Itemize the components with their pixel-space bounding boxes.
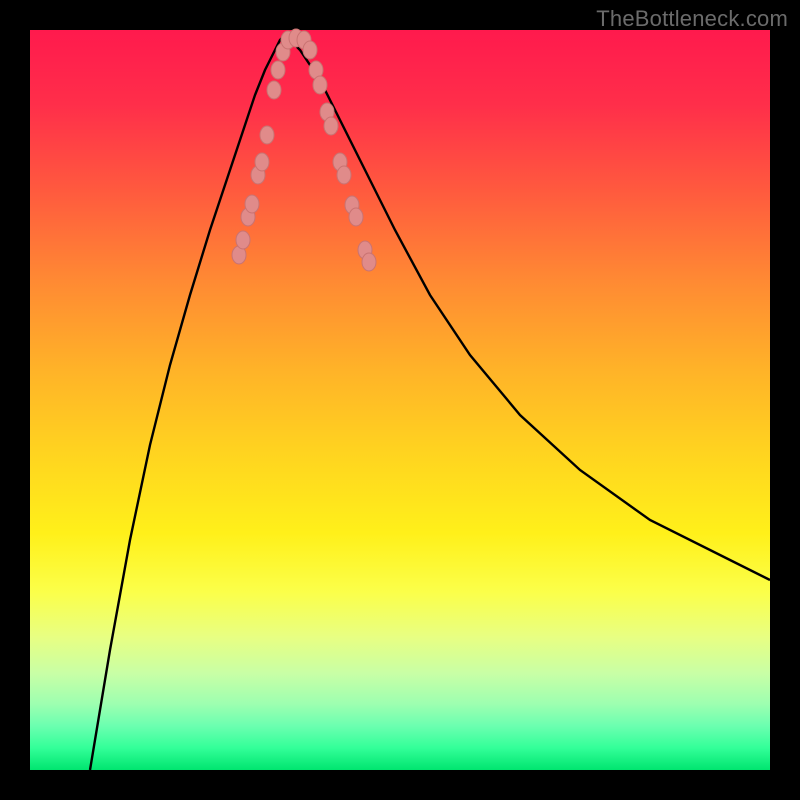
marker-dot — [349, 208, 363, 226]
curve-svg — [30, 30, 770, 770]
marker-dot — [271, 61, 285, 79]
marker-dot — [337, 166, 351, 184]
marker-dot — [267, 81, 281, 99]
marker-dot — [255, 153, 269, 171]
chart-frame: TheBottleneck.com — [0, 0, 800, 800]
marker-dot — [324, 117, 338, 135]
marker-dot — [303, 41, 317, 59]
curve-right — [285, 35, 770, 580]
curve-left — [90, 35, 285, 770]
marker-dot — [260, 126, 274, 144]
marker-dot — [236, 231, 250, 249]
marker-dot — [362, 253, 376, 271]
marker-dot — [313, 76, 327, 94]
marker-dot — [245, 195, 259, 213]
plot-area — [30, 30, 770, 770]
watermark-text: TheBottleneck.com — [596, 6, 788, 32]
